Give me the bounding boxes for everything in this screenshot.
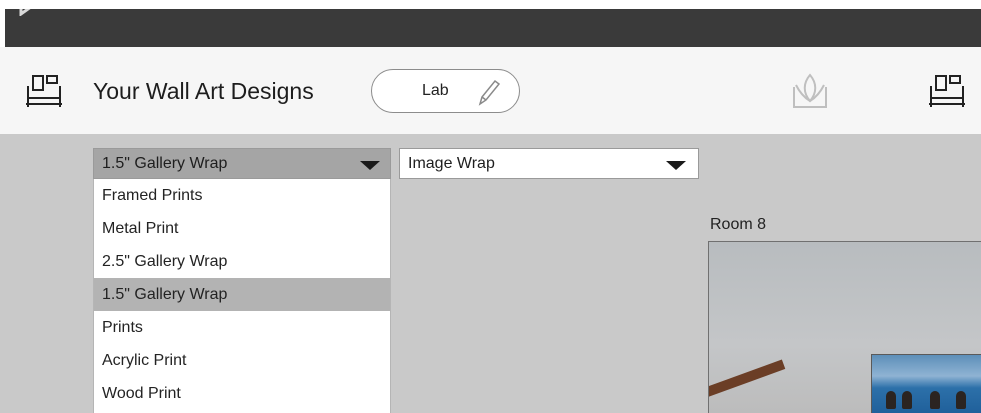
- photo-figure: [930, 391, 940, 409]
- crop-edge: [0, 0, 981, 9]
- room-layout-icon[interactable]: [928, 74, 966, 110]
- room-preview[interactable]: [708, 241, 981, 413]
- photo-figure: [902, 391, 912, 409]
- option-2-5-gallery-wrap[interactable]: 2.5" Gallery Wrap: [94, 245, 390, 278]
- option-acrylic-print[interactable]: Acrylic Print: [94, 344, 390, 377]
- lab-label: Lab: [422, 82, 449, 99]
- option-metal-print[interactable]: Metal Print: [94, 212, 390, 245]
- room-label: Room 8: [710, 216, 767, 233]
- option-1-5-gallery-wrap[interactable]: 1.5" Gallery Wrap: [94, 278, 390, 311]
- header-bar: Your Wall Art Designs Lab: [0, 47, 981, 134]
- option-prints[interactable]: Prints: [94, 311, 390, 344]
- triangle-down-icon: [360, 161, 380, 170]
- room-layout-icon[interactable]: [25, 74, 63, 110]
- product-type-select[interactable]: 1.5" Gallery Wrap: [93, 148, 391, 179]
- option-framed-prints[interactable]: Framed Prints: [94, 179, 390, 212]
- room-wood-beam: [709, 359, 786, 400]
- page-title: Your Wall Art Designs: [93, 78, 314, 104]
- wrap-type-select[interactable]: Image Wrap: [399, 148, 699, 179]
- wall-art-photo[interactable]: [871, 354, 981, 413]
- pencil-icon: [478, 79, 501, 106]
- wrap-type-value: Image Wrap: [408, 155, 495, 172]
- triangle-down-icon: [666, 161, 686, 170]
- lotus-icon[interactable]: [788, 71, 832, 111]
- product-type-dropdown: Framed Prints Metal Print 2.5" Gallery W…: [93, 179, 391, 413]
- product-type-value: 1.5" Gallery Wrap: [102, 155, 228, 172]
- lab-selector-button[interactable]: Lab: [371, 69, 520, 113]
- photo-figure: [956, 391, 966, 409]
- photo-figure: [886, 391, 896, 409]
- option-wood-print[interactable]: Wood Print: [94, 377, 390, 410]
